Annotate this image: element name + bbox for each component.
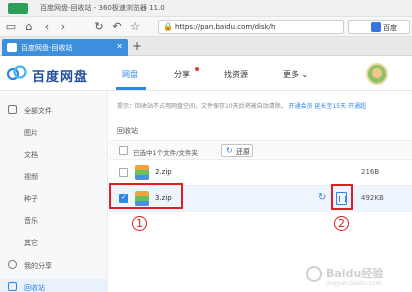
nav-more[interactable]: 更多 ⌄ (283, 69, 308, 80)
file-size: 216B (361, 168, 380, 176)
tab-close-icon[interactable]: ✕ (116, 42, 123, 51)
sidebar-item-recycle-bin[interactable]: 回收站 (0, 279, 108, 292)
sidebar-item-torrents[interactable]: 种子 (0, 190, 108, 206)
annotation-box-1 (109, 183, 183, 209)
active-nav-indicator (116, 87, 146, 90)
sidebar-item-all-files[interactable]: 全部文件 (0, 102, 108, 118)
sidebar: 全部文件 图片 文档 视频 种子 音乐 其它 我的分享 回收站 (0, 92, 108, 292)
sidebar-item-label: 文档 (24, 151, 38, 159)
baidu-paw-icon (371, 22, 381, 32)
upgrade-link-2[interactable]: 开通超 (348, 103, 366, 110)
nav-find-resources[interactable]: 找资源 (224, 69, 248, 80)
sidebar-item-my-shares[interactable]: 我的分享 (0, 257, 108, 273)
file-name[interactable]: 2.zip (155, 168, 172, 176)
restore-label: 还原 (236, 148, 250, 156)
nav-netdisk[interactable]: 网盘 (122, 69, 138, 80)
brand-name: 百度网盘 (32, 70, 89, 85)
baidu-jingyan-watermark: Baidu经验 jingyan.baidu.com (300, 262, 412, 292)
nav-share[interactable]: 分享 (174, 69, 190, 80)
restore-icon: ↻ (226, 146, 233, 155)
sidebar-item-label: 回收站 (24, 284, 45, 292)
tab-favicon-icon (7, 43, 17, 52)
sidebar-item-label: 音乐 (24, 217, 38, 225)
tab-recycle-bin[interactable]: 百度网盘-回收站 ✕ (2, 39, 128, 56)
sidebar-item-documents[interactable]: 文档 (0, 146, 108, 162)
window-title: 百度网盘-回收站 - 360极速浏览器 11.0 (40, 4, 165, 12)
sidebar-item-videos[interactable]: 视频 (0, 168, 108, 184)
upgrade-link[interactable]: 开通会员 延长至15天 (289, 103, 347, 110)
annotation-number-2: 2 (334, 216, 349, 231)
files-icon (8, 105, 17, 114)
url-input[interactable]: 🔒 https://pan.baidu.com/disk/h (158, 20, 344, 34)
watermark-title: Baidu经验 (326, 267, 384, 280)
baidu-netdisk-logo-icon[interactable] (6, 65, 28, 81)
share-icon (8, 260, 17, 269)
watermark-url: jingyan.baidu.com (326, 280, 382, 287)
sidebar-item-label: 图片 (24, 129, 38, 137)
restore-button[interactable]: ↻ 还原 (221, 144, 253, 157)
row-checkbox[interactable] (119, 168, 128, 177)
sidebar-item-images[interactable]: 图片 (0, 124, 108, 140)
annotation-number-1: 1 (132, 216, 147, 231)
sidebar-item-label: 我的分享 (24, 262, 52, 270)
zip-file-icon (135, 165, 149, 180)
sidebar-toggle-icon[interactable]: ▭ (4, 20, 18, 34)
trash-icon (8, 282, 17, 291)
recycle-tip: 提示：回收站不占用网盘空间，文件保存10天后将被自动清除。 开通会员 延长至15… (117, 101, 366, 110)
new-tab-button[interactable]: + (132, 40, 142, 52)
breadcrumb: 回收站 (117, 127, 138, 135)
user-avatar[interactable] (366, 63, 388, 85)
forward-icon[interactable]: › (56, 20, 70, 34)
browser-logo-icon (8, 3, 28, 14)
notification-dot (195, 67, 199, 71)
selection-count: 已选中1个文件/文件夹 (133, 149, 198, 157)
sidebar-item-label: 种子 (24, 195, 38, 203)
tab-bar: 百度网盘-回收站 ✕ + (0, 37, 412, 56)
search-engine-box[interactable]: 百度 (348, 20, 410, 34)
app-header: 百度网盘 网盘 分享 找资源 更多 ⌄ (0, 57, 412, 91)
sidebar-item-other[interactable]: 其它 (0, 234, 108, 250)
annotation-box-2 (331, 184, 353, 210)
search-engine-label: 百度 (383, 24, 397, 32)
watermark-paw-icon (306, 266, 322, 282)
sidebar-item-music[interactable]: 音乐 (0, 212, 108, 228)
undo-icon[interactable]: ↶ (110, 20, 124, 34)
browser-titlebar: 百度网盘-回收站 - 360极速浏览器 11.0 (0, 0, 412, 17)
select-all-checkbox[interactable] (119, 146, 128, 155)
url-text: https://pan.baidu.com/disk/h (175, 23, 276, 31)
tip-text: 提示：回收站不占用网盘空间，文件保存10天后将被自动清除。 (117, 103, 287, 110)
sidebar-item-label: 其它 (24, 239, 38, 247)
file-toolbar: 已选中1个文件/文件夹 ↻ 还原 (109, 140, 412, 160)
sidebar-item-label: 全部文件 (24, 107, 52, 115)
secure-lock-icon: 🔒 (163, 22, 173, 31)
tab-label: 百度网盘-回收站 (21, 44, 73, 52)
home-icon[interactable]: ⌂ (22, 20, 36, 34)
back-icon[interactable]: ‹ (40, 20, 54, 34)
favorite-star-icon[interactable]: ☆ (128, 20, 142, 34)
row-restore-icon[interactable]: ↻ (318, 192, 326, 203)
address-toolbar: ▭ ⌂ ‹ › ↻ ↶ ☆ 🔒 https://pan.baidu.com/di… (0, 17, 412, 37)
file-size: 492KB (361, 194, 384, 202)
sidebar-item-label: 视频 (24, 173, 38, 181)
refresh-icon[interactable]: ↻ (92, 20, 106, 34)
